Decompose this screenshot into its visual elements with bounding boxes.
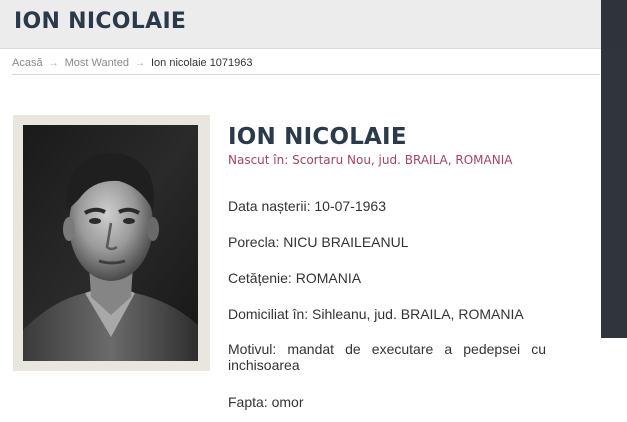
breadcrumb-home-link[interactable]: Acasă — [12, 57, 43, 69]
residence: Domiciliat în: Sihleanu, jud. BRAILA, RO… — [228, 306, 524, 322]
photo-frame — [13, 115, 210, 371]
offense: Fapta: omor — [228, 394, 304, 410]
header-title: ION NICOLAIE — [14, 9, 187, 34]
breadcrumb: Acasă → Most Wanted → Ion nicolaie 10719… — [12, 56, 253, 70]
breadcrumb-arrow-icon: → — [134, 57, 145, 69]
citizenship: Cetățenie: ROMANIA — [228, 270, 362, 286]
warrant-reason: Motivul: mandat de executare a pedepsei … — [228, 341, 546, 373]
side-panel-overlay[interactable] — [601, 0, 627, 338]
breadcrumb-divider — [12, 74, 600, 75]
breadcrumb-arrow-icon: → — [48, 57, 59, 69]
page-header: ION NICOLAIE — [0, 0, 627, 49]
breadcrumb-current: Ion nicolaie 1071963 — [150, 57, 253, 69]
nickname: Porecla: NICU BRAILEANUL — [228, 234, 409, 250]
birth-date: Data nașterii: 10-07-1963 — [228, 198, 386, 214]
person-name: ION NICOLAIE — [228, 124, 407, 150]
person-photo — [23, 125, 198, 361]
breadcrumb-most-wanted-link[interactable]: Most Wanted — [65, 57, 129, 69]
birthplace: Nascut în: Scortaru Nou, jud. BRAILA, RO… — [228, 153, 513, 167]
